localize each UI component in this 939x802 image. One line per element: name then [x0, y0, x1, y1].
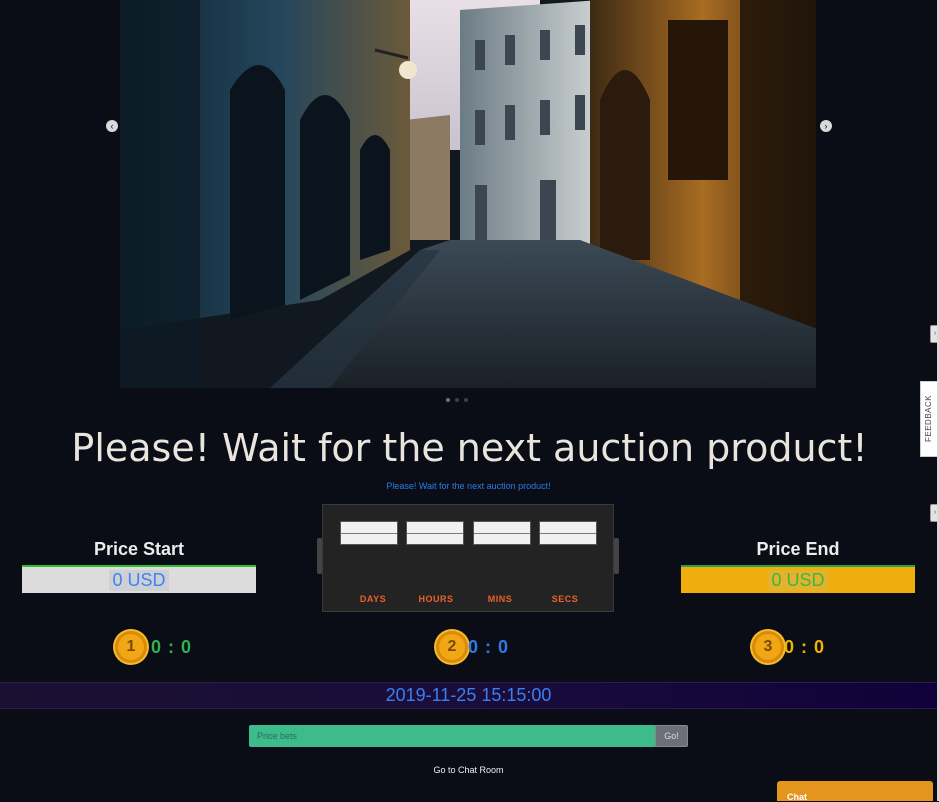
page-title: Please! Wait for the next auction produc…: [71, 426, 868, 470]
countdown-days-label: DAYS: [359, 594, 387, 604]
podium-second-score: 0 : 0: [468, 636, 510, 657]
carousel-dot[interactable]: [446, 398, 450, 402]
countdown-secs-label: SECS: [551, 594, 579, 604]
price-end-value: 0 USD: [768, 569, 828, 591]
price-end-title: Price End: [756, 539, 840, 559]
page-subtitle: Please! Wait for the next auction produc…: [386, 481, 551, 491]
medal-2-icon: 2: [436, 631, 468, 663]
carousel-indicators: [446, 398, 468, 402]
countdown-timer: DAYS HOURS MINS SECS: [322, 504, 614, 612]
product-carousel[interactable]: [120, 0, 816, 388]
podium-second: 2 0 : 0: [436, 631, 509, 663]
podium-third: 3 0 : 0: [752, 631, 825, 663]
countdown-mins-card: [473, 521, 531, 545]
carousel-prev-button[interactable]: ‹: [106, 120, 118, 132]
chevron-right-icon: ›: [824, 121, 828, 131]
carousel-dot[interactable]: [464, 398, 468, 402]
podium-first: 1 0 : 0: [115, 631, 192, 663]
price-end-box: 0 USD: [681, 565, 915, 593]
carousel-next-button[interactable]: ›: [820, 120, 832, 132]
countdown-hours-label: HOURS: [418, 594, 454, 604]
countdown-mins-label: MINS: [487, 594, 513, 604]
product-image: [120, 0, 816, 388]
auction-timestamp: 2019-11-25 15:15:00: [0, 682, 937, 709]
medal-1-icon: 1: [115, 631, 147, 663]
go-button[interactable]: Go!: [655, 725, 688, 747]
carousel-dot[interactable]: [455, 398, 459, 402]
countdown-hours-card: [406, 521, 464, 545]
price-start-title: Price Start: [93, 539, 185, 559]
chat-widget-button[interactable]: Chat: [777, 781, 933, 802]
price-bet-input[interactable]: [249, 725, 655, 747]
price-start-box: 0 USD: [22, 565, 256, 593]
countdown-secs-card: [539, 521, 597, 545]
podium-first-score: 0 : 0: [151, 636, 193, 657]
medal-3-icon: 3: [752, 631, 784, 663]
chevron-left-icon: ‹: [110, 121, 114, 131]
podium-third-score: 0 : 0: [784, 636, 826, 657]
chat-room-link[interactable]: Go to Chat Room: [0, 765, 937, 775]
countdown-right-handle: [614, 538, 619, 574]
countdown-days-card: [340, 521, 398, 545]
price-start-value: 0 USD: [109, 569, 169, 591]
